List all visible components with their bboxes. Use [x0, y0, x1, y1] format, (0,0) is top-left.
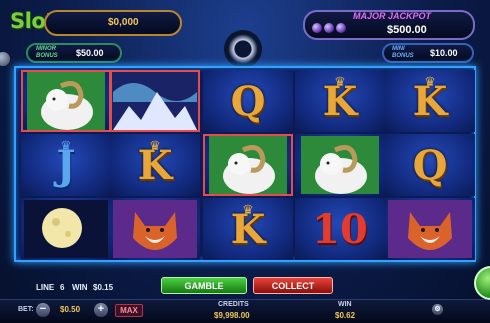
- minor-bonus-value: $50.00: [76, 48, 104, 58]
- dreamcatcher-emblem: [224, 30, 262, 68]
- major-jackpot-panel: MAJOR JACKPOT $500.00: [303, 10, 475, 40]
- crown-icon: ♛: [60, 138, 72, 153]
- major-jackpot-label: MAJOR JACKPOT: [353, 11, 432, 21]
- king-symbol: ♛ K: [203, 198, 293, 260]
- mini-bonus-panel: MINI BONUS $10.00: [382, 43, 474, 63]
- credits-label: CREDITS: [218, 301, 249, 308]
- status-win-label: WIN: [72, 283, 88, 292]
- collect-button[interactable]: COLLECT: [253, 277, 333, 294]
- mini-bonus-label: MINI BONUS: [392, 46, 414, 59]
- aurora-symbol: [110, 70, 200, 132]
- ten-symbol: 10: [295, 198, 385, 260]
- king-symbol: ♛ K: [110, 134, 200, 196]
- win-value: $0.62: [335, 311, 356, 320]
- ram-symbol: [203, 134, 293, 196]
- bet-label: BET:: [18, 306, 34, 313]
- king-symbol: ♛ K: [295, 70, 385, 132]
- settings-icon[interactable]: ⚙: [432, 304, 443, 315]
- win-label: WIN: [338, 301, 352, 308]
- crown-icon: ♛: [242, 202, 254, 217]
- ram-symbol: [295, 134, 385, 196]
- line-label: LINE: [36, 283, 55, 292]
- symbol-letter: 10: [312, 205, 368, 253]
- queen-symbol: Q: [385, 134, 475, 196]
- crown-icon: ♛: [149, 138, 161, 153]
- grand-jackpot-value: $0,000: [108, 17, 139, 28]
- queen-symbol: Q: [203, 70, 293, 132]
- minor-bonus-label: MINOR BONUS: [36, 46, 58, 59]
- mini-bonus-value: $10.00: [430, 48, 458, 58]
- line-value: 6: [60, 283, 65, 292]
- reel-grid: ♛ J ♛ K Q ♛ K ♛ K 10 ♛ K Q: [14, 66, 476, 262]
- gem-icon: [312, 23, 322, 33]
- major-jackpot-value: $500.00: [387, 24, 427, 36]
- bet-increase-button[interactable]: +: [94, 303, 108, 317]
- side-knob-icon: [0, 52, 10, 66]
- moon-symbol: [21, 198, 111, 260]
- fox-symbol: [110, 198, 200, 260]
- grand-jackpot-panel: $0,000: [44, 10, 182, 36]
- status-win-value: $0.15: [93, 283, 114, 292]
- crown-icon: ♛: [424, 74, 436, 89]
- max-bet-button[interactable]: MAX: [115, 304, 143, 317]
- bet-value: $0.50: [60, 305, 81, 314]
- gem-icon: [336, 23, 346, 33]
- jack-symbol: ♛ J: [21, 134, 111, 196]
- bet-decrease-button[interactable]: −: [36, 303, 50, 317]
- minor-bonus-panel: MINOR BONUS $50.00: [26, 43, 122, 63]
- gamble-button[interactable]: GAMBLE: [161, 277, 247, 294]
- crown-icon: ♛: [334, 74, 346, 89]
- gem-icon: [324, 23, 334, 33]
- king-symbol: ♛ K: [385, 70, 475, 132]
- credits-value: $9,998.00: [214, 311, 250, 320]
- symbol-letter: Q: [412, 141, 448, 189]
- symbol-letter: Q: [230, 77, 266, 125]
- fox-symbol: [385, 198, 475, 260]
- ram-symbol: [21, 70, 111, 132]
- spin-button[interactable]: [474, 266, 490, 300]
